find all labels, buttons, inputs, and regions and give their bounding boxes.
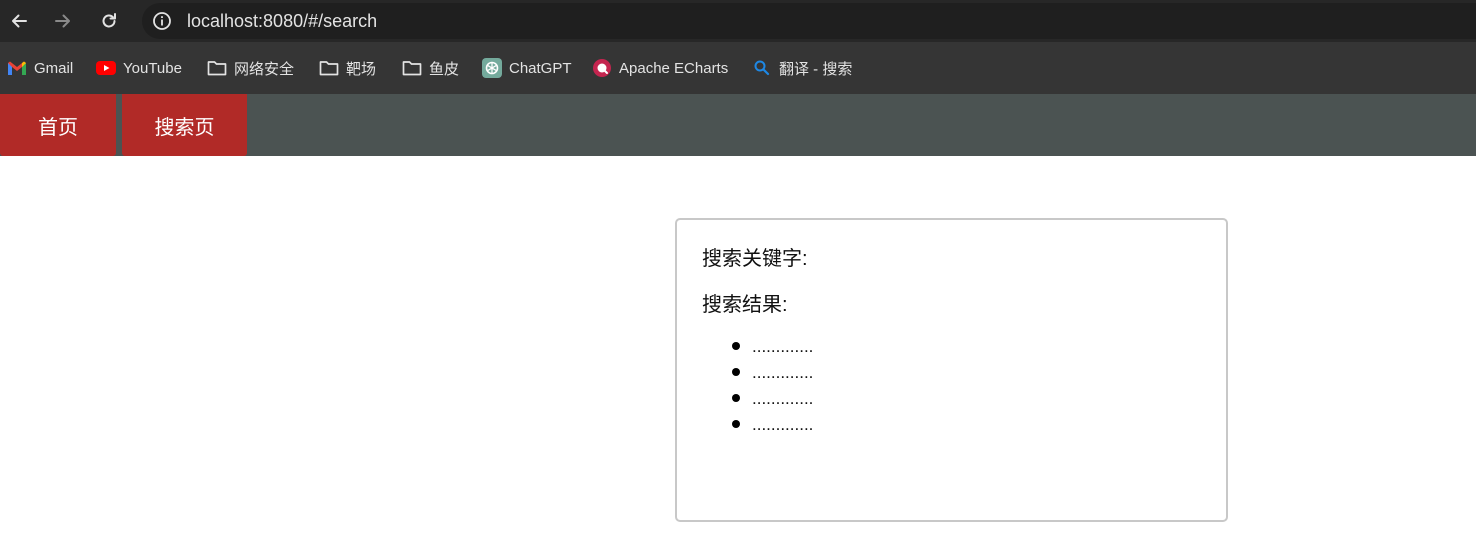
- search-results-label: 搜索结果:: [702, 294, 788, 316]
- app-nav-bar: 首页 搜索页: [0, 94, 1476, 156]
- bookmarks-bar: Gmail YouTube 网络安全 靶场 鱼皮 ChatGPT Apache …: [0, 42, 1476, 94]
- list-item: .............: [702, 360, 813, 386]
- url-text[interactable]: localhost:8080/#/search: [187, 11, 377, 31]
- back-arrow-icon: [12, 14, 27, 28]
- bookmark-gmail[interactable]: Gmail: [7, 56, 73, 80]
- bookmark-label: Gmail: [34, 59, 74, 77]
- result-text: .............: [752, 415, 814, 434]
- forward-arrow-icon: [55, 14, 70, 28]
- result-text: .............: [752, 337, 814, 356]
- result-text: .............: [752, 363, 814, 382]
- nav-home-tab[interactable]: 首页: [0, 94, 116, 156]
- bookmark-echarts[interactable]: Apache ECharts: [592, 56, 728, 80]
- nav-search-tab[interactable]: 搜索页: [122, 94, 247, 156]
- bookmark-folder-network-security[interactable]: 网络安全: [207, 56, 294, 80]
- list-item: .............: [702, 334, 813, 360]
- bullet-icon: [732, 342, 740, 350]
- forward-button[interactable]: [48, 6, 78, 36]
- back-button[interactable]: [4, 6, 34, 36]
- bookmark-folder-range[interactable]: 靶场: [319, 56, 376, 80]
- nav-home-label: 首页: [38, 116, 78, 139]
- bullet-icon: [732, 420, 740, 428]
- bookmark-label: ChatGPT: [509, 59, 572, 77]
- echarts-icon: [592, 58, 612, 78]
- folder-icon: [207, 58, 227, 78]
- search-keyword-label: 搜索关键字:: [702, 248, 808, 270]
- bookmark-label: Apache ECharts: [619, 59, 729, 77]
- bookmark-chatgpt[interactable]: ChatGPT: [482, 56, 572, 80]
- bookmark-translate-search[interactable]: 翻译 - 搜索: [752, 56, 852, 80]
- result-text: .............: [752, 389, 814, 408]
- bookmark-label: 翻译 - 搜索: [779, 60, 853, 78]
- search-panel: 搜索关键字: 搜索结果: ............. .............…: [675, 218, 1228, 522]
- folder-icon: [319, 58, 339, 78]
- bookmark-label: 鱼皮: [429, 60, 460, 78]
- list-item: .............: [702, 386, 813, 412]
- bookmark-label: YouTube: [123, 59, 182, 77]
- browser-toolbar: localhost:8080/#/search: [0, 0, 1476, 42]
- nav-search-label: 搜索页: [154, 116, 215, 139]
- search-results-list: ............. ............. ............…: [702, 334, 813, 438]
- bullet-icon: [732, 368, 740, 376]
- bookmark-youtube[interactable]: YouTube: [96, 56, 182, 80]
- youtube-icon: [96, 58, 116, 78]
- search-icon: [752, 58, 772, 78]
- bookmark-folder-yupi[interactable]: 鱼皮: [402, 56, 459, 80]
- bookmark-label: 靶场: [346, 60, 377, 78]
- reload-icon: [102, 13, 116, 28]
- site-info-icon[interactable]: [152, 11, 172, 31]
- list-item: .............: [702, 412, 813, 438]
- folder-icon: [402, 58, 422, 78]
- bullet-icon: [732, 394, 740, 402]
- bookmark-label: 网络安全: [234, 60, 295, 78]
- chatgpt-icon: [482, 58, 502, 78]
- gmail-icon: [7, 58, 27, 78]
- reload-button[interactable]: [94, 6, 124, 36]
- address-bar[interactable]: localhost:8080/#/search: [142, 3, 1476, 39]
